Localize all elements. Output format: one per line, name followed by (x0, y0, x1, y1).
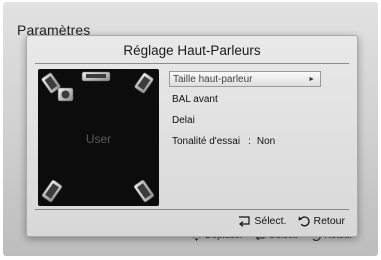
arrow-right-icon: ► (308, 76, 315, 83)
menu-item-label: Tonalité d'essai (172, 136, 241, 147)
title-divider (35, 63, 349, 64)
menu-item-delay[interactable]: Delai (172, 113, 195, 129)
subwoofer-icon (57, 87, 74, 102)
surround-left-speaker-icon (41, 179, 63, 203)
speaker-settings-dialog: Réglage Haut-Parleurs User Taille haut-p… (26, 35, 358, 237)
center-speaker-icon (81, 71, 111, 82)
test-tone-value: Non (256, 136, 276, 147)
return-label: Retour (313, 215, 345, 227)
footer-divider (35, 209, 349, 210)
dialog-title: Réglage Haut-Parleurs (123, 43, 261, 58)
value-separator: : (248, 136, 251, 147)
return-icon (298, 215, 311, 227)
speaker-layout-preview: User (38, 69, 159, 206)
front-right-speaker-icon (134, 72, 154, 94)
enter-icon (238, 215, 251, 227)
speaker-preview-label: User (85, 132, 112, 146)
dialog-footer: Sélect. Retour (238, 215, 345, 227)
menu-item-front-balance[interactable]: BAL avant (172, 92, 218, 108)
select-label: Sélect. (254, 215, 287, 227)
menu-item-speaker-size[interactable]: Taille haut-parleur ► (169, 71, 321, 87)
menu-item-label: Taille haut-parleur (173, 74, 253, 85)
menu-item-label: Delai (172, 115, 195, 126)
menu-item-label: BAL avant (172, 94, 218, 105)
return-hint[interactable]: Retour (298, 215, 345, 227)
settings-screen: Paramètres Déplacer Sélect. Retour Régla… (3, 2, 378, 256)
menu-item-test-tone[interactable]: Tonalité d'essai: Non (172, 134, 275, 150)
surround-right-speaker-icon (133, 179, 155, 203)
select-hint[interactable]: Sélect. (238, 215, 286, 227)
